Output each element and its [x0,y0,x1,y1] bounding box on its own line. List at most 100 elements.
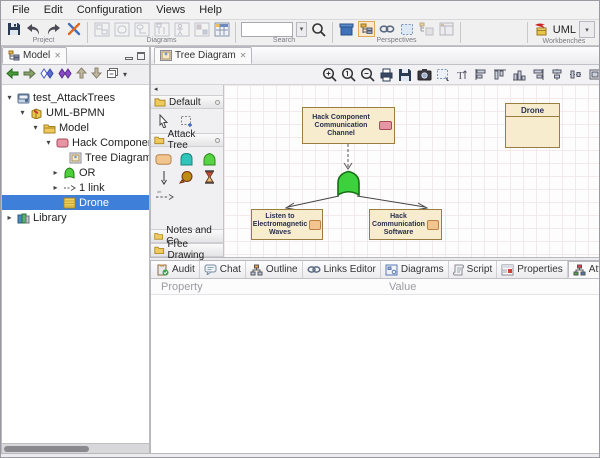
align-right-icon[interactable] [530,67,547,83]
redo-icon[interactable] [45,21,62,37]
usecase-diagram-icon[interactable] [173,21,190,37]
column-property[interactable]: Property [151,281,389,293]
tab-chat[interactable]: Chat [200,261,246,278]
font-size-icon[interactable]: T [454,67,471,83]
tab-close-icon[interactable]: ✕ [240,51,247,60]
activity-diagram-icon[interactable] [133,21,150,37]
tree-item-library[interactable]: ▸ Library [2,210,149,225]
matrix-diagram-icon[interactable] [213,21,230,37]
selection-perspective-icon[interactable] [398,21,415,37]
and-gate-tool-icon[interactable] [178,151,195,167]
node-left-child[interactable]: Listen to Electromagnetic Waves [251,209,323,240]
layout-perspective-icon[interactable] [438,21,455,37]
view-menu-icon[interactable]: ▾ [123,70,127,79]
pin-icon[interactable] [215,100,220,105]
distribute-columns-icon[interactable] [511,67,528,83]
center-vertical-icon[interactable] [549,67,566,83]
collapse-all-icon[interactable] [106,66,119,84]
zoom-in-icon[interactable] [321,67,338,83]
maximize-icon[interactable] [137,52,145,60]
marquee-tool-icon[interactable] [178,113,195,129]
nav-prev-diamond-icon[interactable] [40,66,54,84]
menu-edit[interactable]: Edit [37,3,70,17]
tree-table-perspective-icon[interactable] [418,21,435,37]
search-dropdown-button[interactable]: ▾ [296,22,307,37]
nav-down-icon[interactable] [91,66,102,84]
center-horizontal-icon[interactable] [568,67,585,83]
nav-back-icon[interactable] [6,66,19,84]
tree-item-project[interactable]: ▾ test_AttackTrees [2,90,149,105]
save-icon[interactable] [5,21,22,37]
diagram-canvas[interactable]: Hack Component Communication Channel Dro… [224,85,600,257]
palette-section-default[interactable]: Default [151,95,223,109]
expander-icon[interactable]: ▾ [5,93,14,102]
screenshot-icon[interactable] [416,67,433,83]
state-diagram-icon[interactable] [113,21,130,37]
search-input[interactable] [241,22,293,37]
undo-icon[interactable] [25,21,42,37]
composite-diagram-icon[interactable] [193,21,210,37]
expander-icon[interactable]: ▾ [18,108,27,117]
scrollbar-thumb[interactable] [4,446,89,452]
browser-perspective-icon[interactable] [358,21,375,37]
timer-tool-icon[interactable] [201,169,218,185]
column-value[interactable]: Value [389,281,600,293]
palette-collapse-icon[interactable]: ◂ [151,85,223,95]
tab-outline[interactable]: Outline [246,261,303,278]
print-icon[interactable] [378,67,395,83]
select-tool-icon[interactable] [155,113,172,129]
zoom-reset-icon[interactable] [340,67,357,83]
tab-close-icon[interactable]: ✕ [54,51,61,60]
property-table-body[interactable] [151,295,600,453]
node-right-child[interactable]: Hack Communication Software [369,209,442,240]
tree-item-uml-bpmn[interactable]: ▾ UML-BPMN [2,105,149,120]
nav-forward-icon[interactable] [23,66,36,84]
nav-up-icon[interactable] [76,66,87,84]
tab-model[interactable]: Model ✕ [2,47,67,64]
minimize-icon[interactable] [125,57,133,60]
tree-item-or[interactable]: ▸ OR [2,165,149,180]
save-image-icon[interactable] [397,67,414,83]
menu-views[interactable]: Views [149,3,192,17]
menu-help[interactable]: Help [192,3,229,17]
tab-links-editor[interactable]: Links Editor [303,261,381,278]
link-tool-icon[interactable]: att [155,187,219,203]
tab-audit[interactable]: Audit [153,261,200,278]
pin-icon[interactable] [215,138,220,143]
search-icon[interactable] [310,21,327,37]
tree-item-model[interactable]: ▾ Model [2,120,149,135]
align-left-icon[interactable] [473,67,490,83]
tab-tree-diagram[interactable]: Tree Diagram ✕ [154,47,252,64]
palette-section-attack-tree[interactable]: Attack Tree [151,133,223,147]
tab-script[interactable]: Script [449,261,498,278]
sequence-arrow-tool-icon[interactable] [155,169,172,185]
tab-attack-tree[interactable]: Attack Tree ✕ [568,261,600,278]
expander-icon[interactable]: ▾ [31,123,40,132]
class-diagram-icon[interactable] [93,21,110,37]
select-area-icon[interactable] [435,67,452,83]
tree-item-link[interactable]: ▸ 1 link [2,180,149,195]
tab-properties[interactable]: Properties [497,261,568,278]
modeling-perspective-icon[interactable] [338,21,355,37]
links-perspective-icon[interactable] [378,21,395,37]
same-size-icon[interactable] [587,67,600,83]
workbench-dropdown-button[interactable]: ▾ [579,21,595,38]
attacker-tool-icon[interactable] [178,169,195,185]
expander-icon[interactable]: ▸ [51,183,60,192]
align-top-icon[interactable] [492,67,509,83]
or-gate-shape[interactable] [335,169,362,198]
node-root[interactable]: Hack Component Communication Channel [302,107,395,144]
node-drone[interactable]: Drone [505,103,560,148]
tab-diagrams[interactable]: Diagrams [381,261,449,278]
menu-configuration[interactable]: Configuration [70,3,149,17]
nav-next-diamond-icon[interactable] [58,66,72,84]
menu-file[interactable]: File [5,3,37,17]
tree-item-drone[interactable]: Drone [2,195,149,210]
expander-icon[interactable]: ▾ [44,138,53,147]
or-gate-tool-icon[interactable] [201,151,218,167]
configure-icon[interactable] [65,21,82,37]
expander-icon[interactable]: ▸ [5,213,14,222]
expander-icon[interactable]: ▸ [51,168,60,177]
zoom-out-icon[interactable] [359,67,376,83]
horizontal-scrollbar[interactable] [2,443,149,453]
